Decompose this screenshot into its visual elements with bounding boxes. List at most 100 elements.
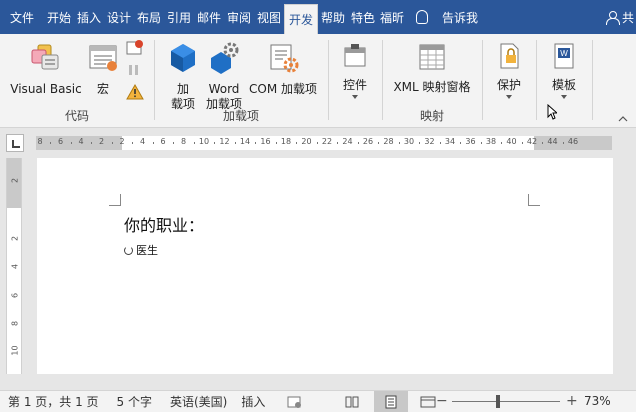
ruler-tick-mark (193, 142, 195, 144)
vertical-scrollbar[interactable] (616, 158, 636, 374)
ruler-tick-mark (111, 142, 113, 144)
ruler-tick-label: 24 (342, 137, 353, 146)
zoom-level[interactable]: 73% (584, 394, 611, 408)
zoom-in-button[interactable]: + (566, 393, 578, 409)
tab-foxit[interactable]: 福昕 (378, 0, 406, 34)
ruler-tick-mark (521, 142, 523, 144)
word-addins-label-1: Word (208, 82, 240, 96)
vertical-ruler[interactable]: 2 2 4 6 8 10 (6, 158, 22, 374)
zoom-slider-thumb[interactable] (496, 395, 500, 408)
insert-mode[interactable]: 插入 (241, 393, 265, 410)
selected-choice: 医生 (136, 244, 158, 257)
group-code-label: 代码 (64, 109, 89, 123)
ruler-tick-label: 28 (383, 137, 394, 146)
document-heading: 你的职业： (124, 216, 205, 235)
word-addins-icon (211, 42, 239, 74)
ruler-tick-label: 42 (526, 137, 538, 146)
controls-button[interactable]: 控件 (336, 42, 374, 99)
visual-basic-label: Visual Basic (10, 82, 82, 96)
tab-references[interactable]: 引用 (164, 0, 194, 34)
protect-icon (500, 43, 519, 69)
share-button[interactable]: 共 (605, 9, 634, 26)
tab-layout[interactable]: 布局 (134, 0, 164, 34)
ruler-tick-label: 8 (37, 137, 43, 146)
visual-basic-icon (31, 44, 59, 70)
ruler-tick-mark (255, 142, 257, 144)
mouse-pointer-icon (547, 104, 557, 120)
document-page[interactable]: 你的职业： 医生 (37, 158, 613, 374)
group-code: Visual Basic 宏 代码 (0, 36, 154, 126)
tab-mailings[interactable]: 邮件 (194, 0, 224, 34)
macros-button[interactable]: 宏 (86, 42, 120, 97)
group-mapping: XML 映射窗格 映射 (384, 36, 480, 126)
tell-me-search[interactable]: 告诉我 (416, 9, 478, 26)
tab-file[interactable]: 文件 (0, 0, 44, 34)
group-templates: W 模板 (538, 36, 590, 126)
ruler-tick-mark (132, 142, 134, 144)
ruler-tick-label: 36 (465, 137, 476, 146)
ruler-tick-mark (91, 142, 93, 144)
language-indicator[interactable]: 英语(美国) (170, 393, 227, 410)
tab-selector[interactable] (6, 134, 24, 152)
ruler-row: 8 6 4 2 2 4 6 8 10 12 14 16 18 20 22 24 26 28 30 32 34 36 38 40… (0, 128, 636, 158)
pause-recording-icon[interactable] (126, 62, 144, 78)
visual-basic-button[interactable]: Visual Basic (8, 42, 84, 97)
addins-icon (171, 44, 195, 72)
ruler-tick-label: 40 (506, 137, 517, 146)
tab-view[interactable]: 视图 (254, 0, 284, 34)
ribbon-tab-bar: 文件 开始 插入 设计 布局 引用 邮件 审阅 视图 开发 帮助 特色 福昕 告… (0, 0, 636, 34)
ruler-tick-mark (337, 142, 339, 144)
ruler-tick-label: 6 (160, 137, 166, 146)
collapse-ribbon-icon[interactable] (618, 112, 628, 122)
ruler-tick-label: 2 (10, 235, 20, 242)
ruler-tick-label: 20 (301, 137, 312, 146)
addins-button[interactable]: 加 载项 (164, 42, 202, 112)
com-addins-button[interactable]: COM 加载项 (246, 42, 320, 97)
controls-label: 控件 (342, 78, 367, 92)
tab-design[interactable]: 设计 (104, 0, 134, 34)
ruler-tick-label: 8 (10, 320, 20, 327)
print-layout-icon (385, 395, 397, 409)
tab-help[interactable]: 帮助 (318, 0, 348, 34)
templates-button[interactable]: W 模板 (544, 42, 584, 99)
person-icon (605, 10, 620, 25)
group-controls: 控件 (330, 36, 380, 126)
ruler-tick-label: 8 (180, 137, 187, 146)
word-count[interactable]: 5 个字 (117, 393, 152, 410)
ruler-tick-mark (70, 142, 72, 144)
controls-icon (344, 44, 366, 67)
ribbon-separator (328, 40, 329, 120)
ruler-tick-label: 4 (78, 137, 84, 146)
tab-review[interactable]: 审阅 (224, 0, 254, 34)
addins-label-1: 加 (176, 82, 189, 96)
zoom-out-button[interactable]: − (436, 393, 448, 409)
share-label: 共 (621, 10, 634, 25)
macro-security-icon[interactable] (126, 83, 144, 100)
ruler-tick-mark (398, 142, 400, 144)
xml-mapping-pane-button[interactable]: XML 映射窗格 (388, 42, 476, 95)
tab-developer[interactable]: 开发 (284, 4, 318, 34)
zoom-slider[interactable] (452, 401, 560, 402)
content-control-handle-icon (124, 245, 133, 255)
ruler-tick-label: 22 (321, 137, 333, 146)
page-count[interactable]: 第 1 页，共 1 页 (8, 393, 99, 410)
status-bar: 第 1 页，共 1 页 5 个字 英语(美国) 插入 − + 73% (0, 390, 636, 412)
xml-mapping-label: XML 映射窗格 (393, 80, 471, 94)
protect-button[interactable]: 保护 (490, 42, 528, 99)
first-line-indent-marker[interactable] (153, 139, 161, 145)
horizontal-ruler[interactable]: 8 6 4 2 2 4 6 8 10 12 14 16 18 20 22 24 26 28 30 32 34 36 38 40… (36, 136, 612, 150)
xml-mapping-icon (419, 44, 445, 70)
dropdown-content-control[interactable]: 医生 (124, 242, 158, 258)
ruler-tick-mark (316, 142, 318, 144)
macro-recording-icon[interactable] (286, 395, 302, 409)
tab-home[interactable]: 开始 (44, 0, 74, 34)
tab-featured[interactable]: 特色 (348, 0, 378, 34)
ruler-tick-label: 18 (280, 137, 292, 146)
read-mode-icon[interactable] (344, 395, 360, 409)
word-addins-button[interactable]: Word 加载项 (204, 42, 244, 112)
ruler-tick-label: 10 (198, 137, 210, 146)
tab-insert[interactable]: 插入 (74, 0, 104, 34)
web-layout-icon[interactable] (420, 395, 436, 409)
record-macro-icon[interactable] (126, 40, 144, 56)
print-layout-button[interactable] (374, 391, 408, 412)
